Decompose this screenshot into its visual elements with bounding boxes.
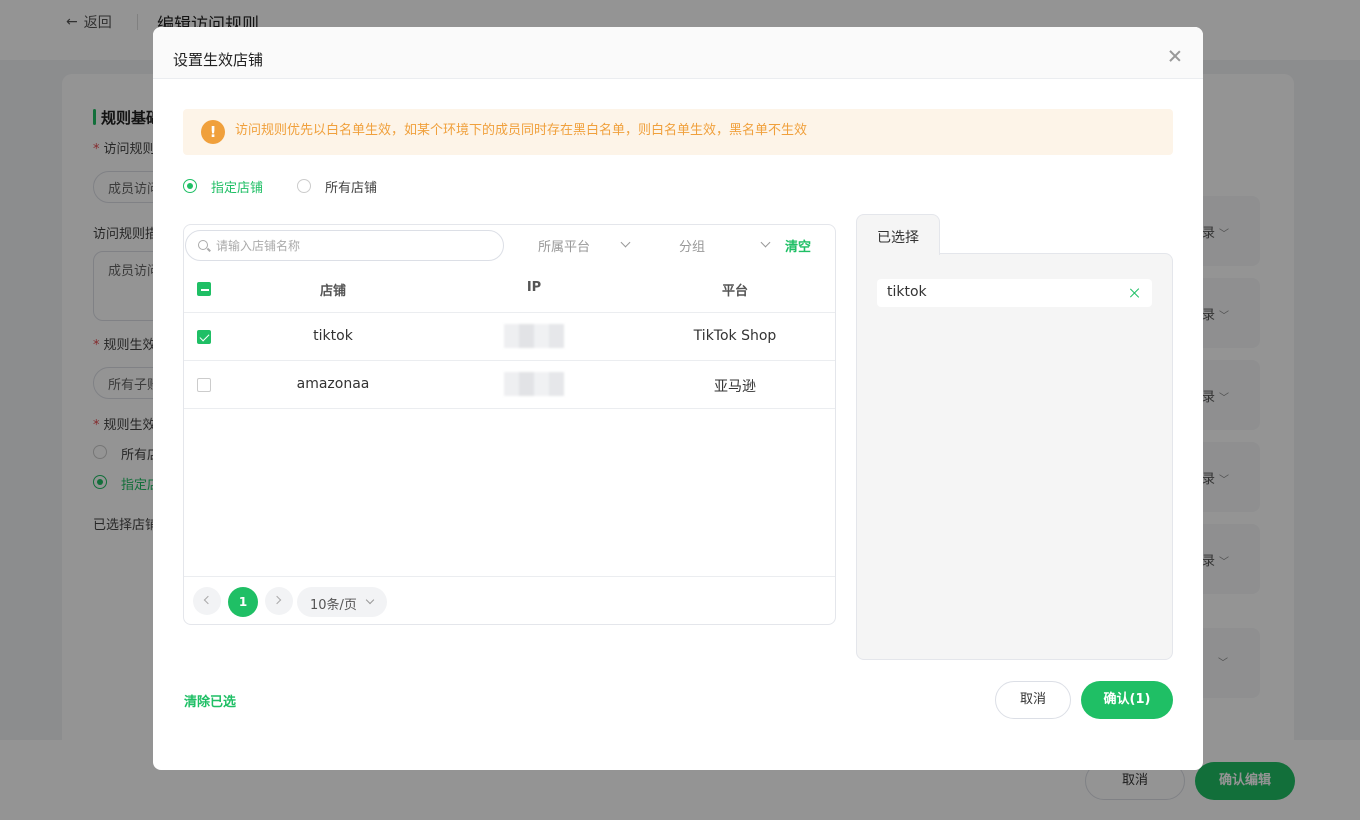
chevron-down-icon[interactable] — [620, 237, 631, 248]
chevron-down-icon — [365, 595, 375, 605]
store-search-input[interactable] — [216, 237, 486, 255]
ip-cell-redacted — [504, 324, 564, 348]
alert-text: 访问规则优先以白名单生效，如某个环境下的成员同时存在黑白名单，则白名单生效，黑名… — [235, 123, 808, 138]
select-all-checkbox[interactable] — [197, 282, 211, 296]
selected-stores-panel: tiktok — [856, 253, 1173, 660]
selected-tab-label: 已选择 — [877, 230, 919, 246]
clear-filters-link[interactable]: 清空 — [785, 236, 811, 255]
platform-cell: TikTok Shop — [693, 328, 777, 344]
table-row[interactable]: amazonaa 亚马逊 — [184, 361, 835, 409]
store-table-panel: 所属平台 分组 清空 店铺 IP 平台 tiktok TikTok Shop a… — [183, 224, 836, 625]
warning-alert: ! 访问规则优先以白名单生效，如某个环境下的成员同时存在黑白名单，则白名单生效，… — [183, 109, 1173, 155]
clear-selected-link[interactable]: 清除已选 — [184, 691, 236, 710]
column-header-ip: IP — [526, 280, 542, 295]
page-size-select[interactable]: 10条/页 — [297, 587, 387, 617]
radio-specified-stores[interactable] — [183, 179, 197, 193]
radio-all-stores[interactable] — [297, 179, 311, 193]
group-filter[interactable]: 分组 — [679, 236, 705, 255]
table-header: 店铺 IP 平台 — [184, 265, 835, 313]
platform-filter[interactable]: 所属平台 — [538, 236, 590, 255]
modal-title: 设置生效店铺 — [173, 51, 264, 69]
next-page-button[interactable] — [265, 587, 293, 615]
row-checkbox[interactable] — [197, 378, 211, 392]
prev-page-button[interactable] — [193, 587, 221, 615]
close-icon[interactable] — [1167, 48, 1183, 64]
selected-store-item: tiktok — [877, 279, 1152, 307]
confirm-button[interactable]: 确认(1) — [1081, 681, 1173, 719]
modal-header: 设置生效店铺 — [153, 27, 1203, 79]
ip-cell-redacted — [504, 372, 564, 396]
cancel-button[interactable]: 取消 — [995, 681, 1071, 719]
column-header-store: 店铺 — [319, 284, 347, 299]
chevron-left-icon — [203, 595, 213, 605]
page-number-current[interactable]: 1 — [228, 587, 258, 617]
search-icon — [198, 240, 208, 250]
store-search[interactable] — [185, 230, 504, 261]
store-name-cell: tiktok — [313, 328, 353, 344]
row-checkbox[interactable] — [197, 330, 211, 344]
pagination: 1 10条/页 — [184, 576, 835, 624]
remove-icon[interactable] — [1129, 287, 1141, 299]
selected-store-name: tiktok — [887, 284, 927, 300]
chevron-right-icon — [272, 595, 282, 605]
chevron-down-icon[interactable] — [760, 237, 771, 248]
radio-specified-stores-label[interactable]: 指定店铺 — [211, 177, 263, 196]
store-name-cell: amazonaa — [296, 376, 370, 392]
selected-tab[interactable]: 已选择 — [856, 214, 940, 255]
platform-cell: 亚马逊 — [714, 379, 756, 395]
exclamation-icon: ! — [201, 120, 225, 144]
page-size-label: 10条/页 — [310, 598, 357, 613]
column-header-platform: 平台 — [721, 284, 749, 299]
radio-all-stores-label[interactable]: 所有店铺 — [325, 177, 377, 196]
set-stores-modal: 设置生效店铺 ! 访问规则优先以白名单生效，如某个环境下的成员同时存在黑白名单，… — [153, 27, 1203, 770]
table-row[interactable]: tiktok TikTok Shop — [184, 313, 835, 361]
